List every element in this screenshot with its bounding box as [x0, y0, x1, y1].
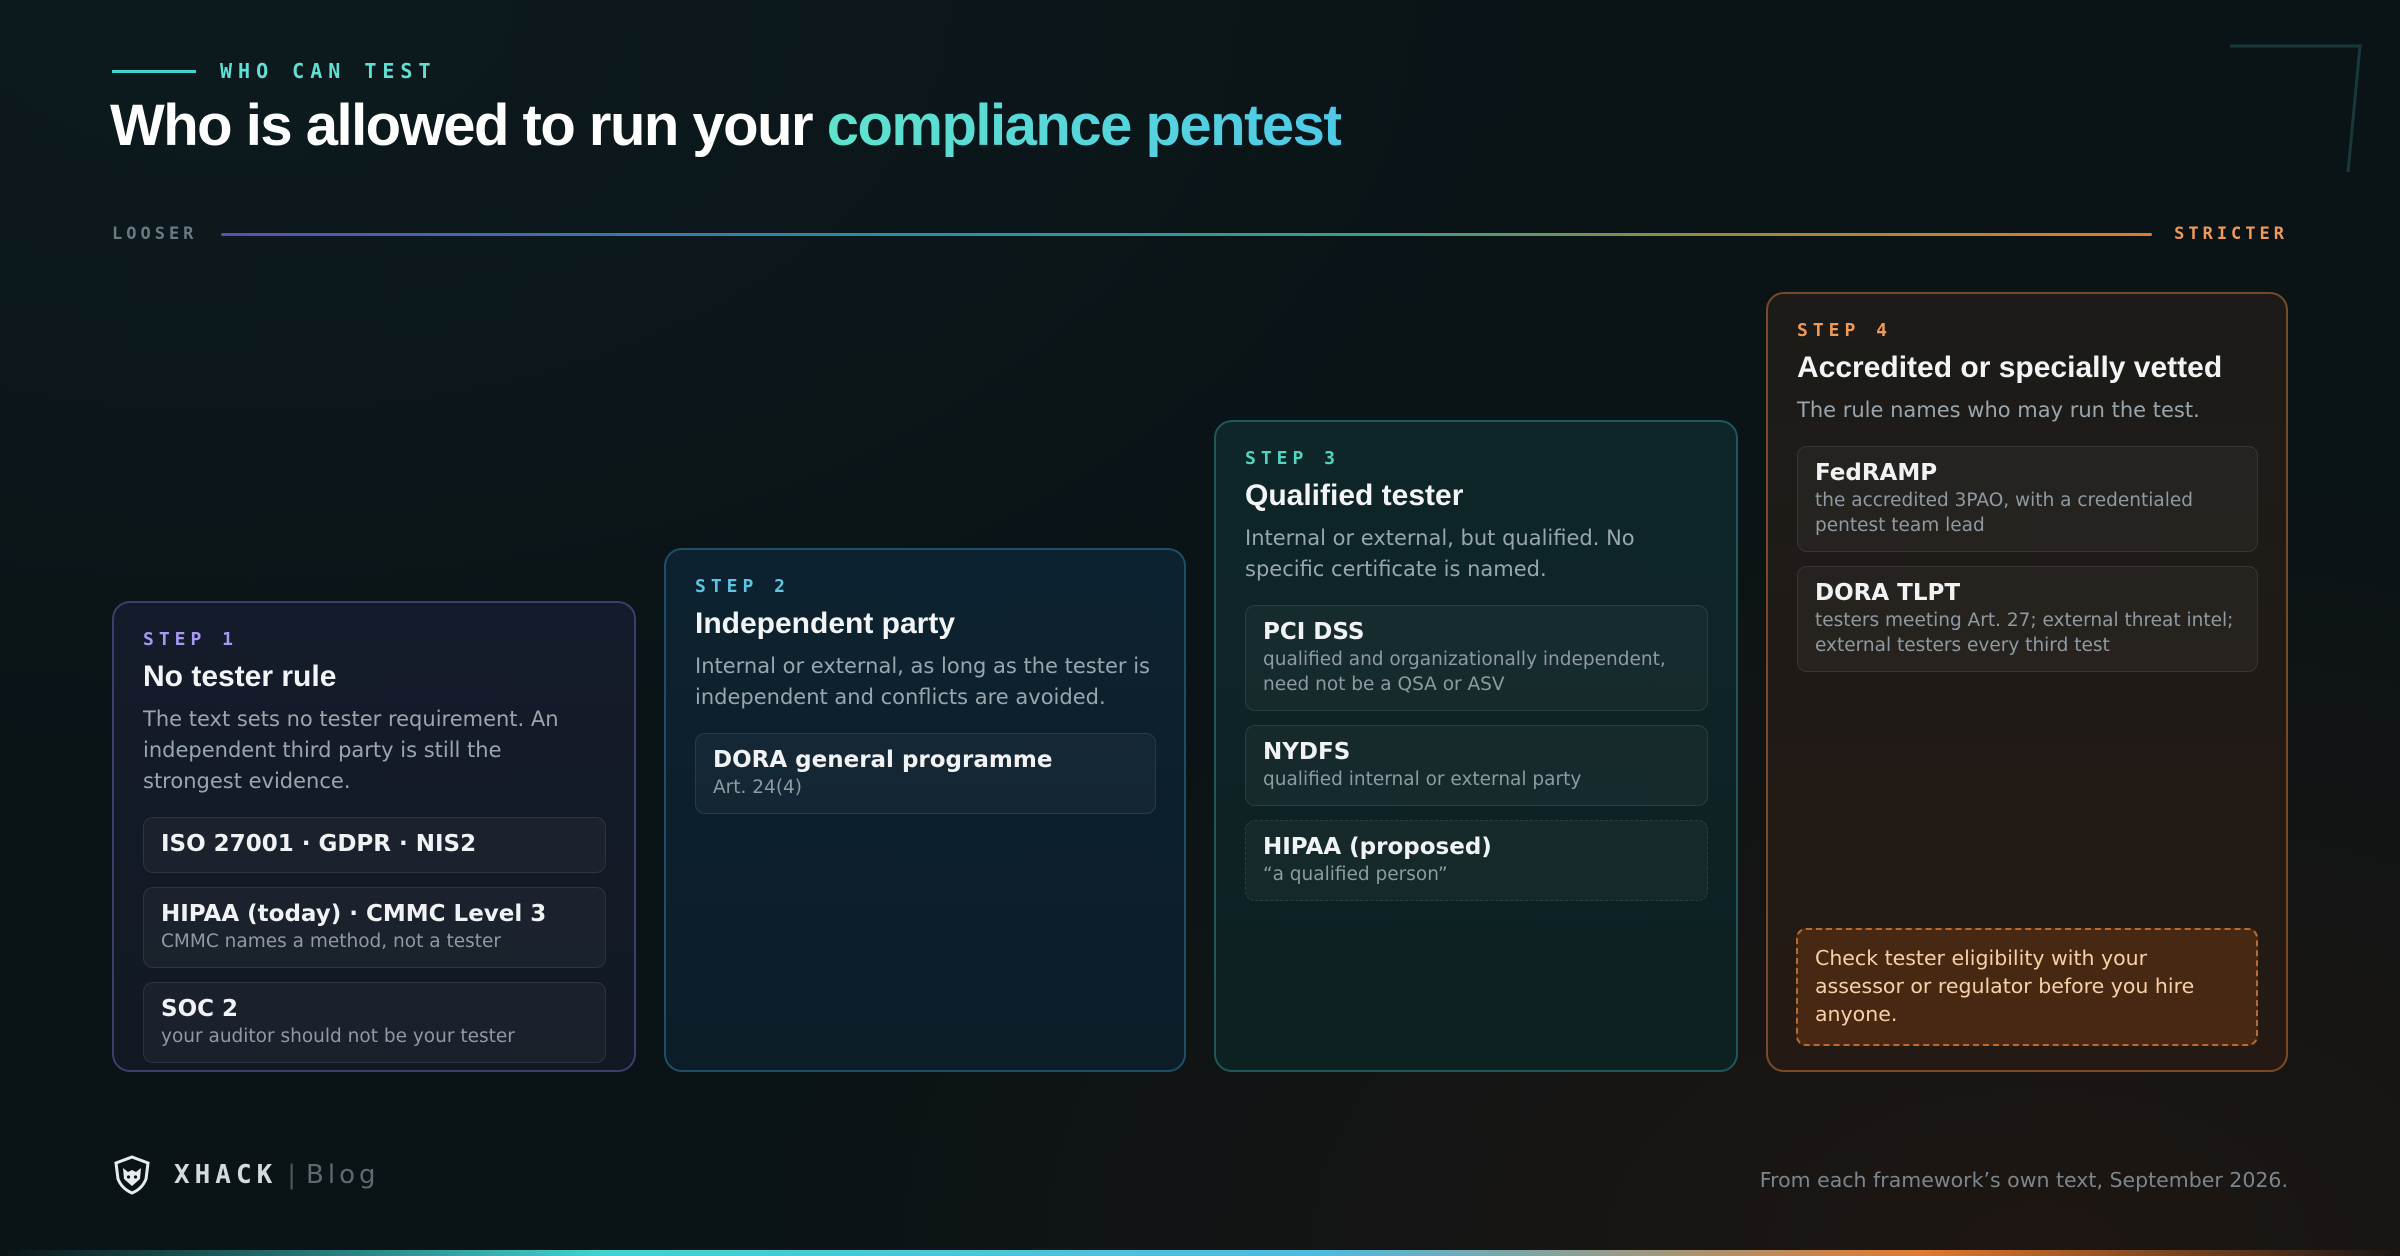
brand-separator: | — [287, 1160, 297, 1190]
step-name: Accredited or specially vetted — [1797, 351, 2223, 384]
corner-bracket-decoration — [2230, 44, 2362, 173]
framework-subtitle: qualified internal or external party — [1263, 769, 1582, 790]
eligibility-note: Check tester eligibility with your asses… — [1796, 928, 2258, 1046]
brand-name: XHACK — [174, 1160, 278, 1190]
step-description: Internal or external, but qualified. No … — [1245, 526, 1635, 581]
framework-item: FedRAMP the accredited 3PAO, with a cred… — [1797, 446, 2258, 552]
scale-right-label: STRICTER — [2174, 224, 2288, 244]
step-card-1: STEP 1 No tester rule The text sets no t… — [112, 601, 636, 1072]
step-label: STEP 2 — [695, 576, 791, 597]
framework-title: NYDFS — [1263, 739, 1351, 765]
step-description: The rule names who may run the test. — [1797, 398, 2200, 422]
step-label: STEP 1 — [143, 629, 239, 650]
eyebrow-line — [112, 69, 196, 73]
bottom-gradient-bar — [0, 1250, 2400, 1256]
framework-title: ISO 27001 · GDPR · NIS2 — [161, 831, 477, 857]
framework-title: PCI DSS — [1263, 619, 1365, 645]
framework-item-proposed: HIPAA (proposed) “a qualified person” — [1245, 820, 1708, 901]
page-title: Who is allowed to run your compliance pe… — [110, 92, 1343, 159]
scale-gradient-bar — [221, 232, 2153, 236]
framework-title: HIPAA (proposed) — [1263, 834, 1492, 860]
step-description: The text sets no tester requirement. An … — [143, 707, 559, 793]
framework-item: NYDFS qualified internal or external par… — [1245, 725, 1708, 806]
framework-title: DORA TLPT — [1815, 580, 1961, 606]
framework-title: FedRAMP — [1815, 460, 1938, 486]
step-label: STEP 3 — [1245, 448, 1341, 469]
eyebrow: WHO CAN TEST — [112, 58, 437, 84]
brand-section: Blog — [306, 1160, 380, 1190]
framework-title: SOC 2 — [161, 996, 239, 1022]
footer-brand[interactable]: XHACK | Blog — [112, 1152, 380, 1198]
step-name: No tester rule — [143, 660, 337, 693]
step-name: Independent party — [695, 607, 956, 640]
framework-subtitle: Art. 24(4) — [713, 777, 803, 798]
framework-item: SOC 2 your auditor should not be your te… — [143, 982, 606, 1063]
framework-subtitle: CMMC names a method, not a tester — [161, 931, 501, 952]
framework-subtitle: “a qualified person” — [1263, 864, 1448, 885]
framework-item: ISO 27001 · GDPR · NIS2 — [143, 817, 606, 873]
title-accent: compliance pentest — [826, 93, 1343, 158]
framework-title: DORA general programme — [713, 747, 1053, 773]
strictness-scale: LOOSER STRICTER — [112, 220, 2288, 248]
step-card-3: STEP 3 Qualified tester Internal or exte… — [1214, 420, 1738, 1072]
scale-left-label: LOOSER — [112, 224, 198, 244]
step-description: Internal or external, as long as the tes… — [695, 654, 1150, 709]
title-plain: Who is allowed to run your — [110, 93, 827, 158]
step-name: Qualified tester — [1245, 479, 1464, 512]
framework-item: PCI DSS qualified and organizationally i… — [1245, 605, 1708, 711]
framework-subtitle: testers meeting Art. 27; external threat… — [1815, 610, 2234, 656]
step-card-4: STEP 4 Accredited or specially vetted Th… — [1766, 292, 2288, 1072]
framework-item: HIPAA (today) · CMMC Level 3 CMMC names … — [143, 887, 606, 968]
framework-item: DORA general programme Art. 24(4) — [695, 733, 1156, 814]
step-label: STEP 4 — [1797, 320, 1893, 341]
framework-item: DORA TLPT testers meeting Art. 27; exter… — [1797, 566, 2258, 672]
source-note: From each framework’s own text, Septembe… — [1759, 1168, 2288, 1192]
framework-subtitle: the accredited 3PAO, with a credentialed… — [1815, 490, 2193, 536]
fox-shield-icon — [114, 1155, 150, 1195]
framework-subtitle: qualified and organizationally independe… — [1263, 649, 1666, 695]
framework-subtitle: your auditor should not be your tester — [161, 1026, 515, 1047]
step-card-2: STEP 2 Independent party Internal or ext… — [664, 548, 1186, 1072]
eyebrow-text: WHO CAN TEST — [220, 59, 437, 83]
framework-title: HIPAA (today) · CMMC Level 3 — [161, 901, 547, 927]
